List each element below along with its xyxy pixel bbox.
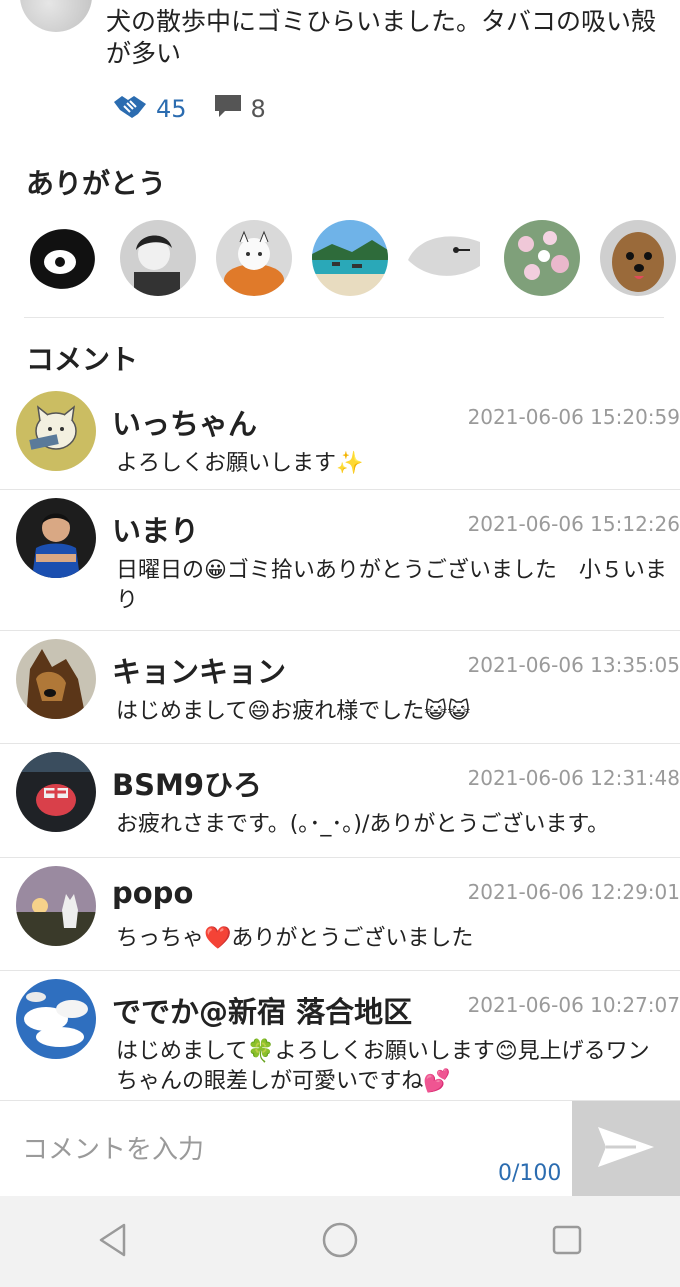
comment-text: よろしくお願いします✨ bbox=[116, 451, 364, 476]
comment-item: ででか@新宿 落合地区 2021-06-06 10:27:07 はじめまして🍀よ… bbox=[0, 971, 680, 1103]
comment-item: popo 2021-06-06 12:29:01 ちっちゃ❤️ありがとうございま… bbox=[0, 858, 680, 971]
post-text: 犬の散歩中にゴミひらいました。タバコの吸い殻が多い bbox=[106, 7, 657, 68]
thanks-button[interactable]: 45 bbox=[112, 92, 187, 126]
comment-input-bar: 0/100 bbox=[0, 1100, 680, 1197]
comment-item: キョンキョン 2021-06-06 13:35:05 はじめまして😄お疲れ様でし… bbox=[0, 631, 680, 744]
commenter-name[interactable]: BSM9ひろ bbox=[112, 762, 262, 804]
thanks-avatar[interactable] bbox=[408, 220, 484, 296]
character-counter: 0/100 bbox=[498, 1161, 562, 1186]
speech-bubble-icon bbox=[213, 93, 243, 125]
comment-timestamp: 2021-06-06 15:12:26 bbox=[467, 512, 680, 536]
nav-recent-apps-button[interactable] bbox=[537, 1212, 597, 1272]
commenter-avatar[interactable] bbox=[16, 639, 96, 719]
comment-input[interactable] bbox=[20, 1129, 424, 1171]
commenter-avatar[interactable] bbox=[16, 752, 96, 832]
comment-count: 8 bbox=[250, 95, 266, 123]
send-icon bbox=[596, 1123, 656, 1175]
comment-timestamp: 2021-06-06 12:29:01 bbox=[467, 880, 680, 904]
thanks-avatar[interactable] bbox=[216, 220, 292, 296]
section-divider bbox=[24, 317, 664, 318]
thanks-avatar[interactable] bbox=[600, 220, 676, 296]
comment-count-button[interactable]: 8 bbox=[213, 93, 266, 125]
thanks-section-title: ありがとう bbox=[26, 167, 167, 200]
comment-timestamp: 2021-06-06 13:35:05 bbox=[467, 653, 680, 677]
thanks-count: 45 bbox=[156, 95, 187, 123]
nav-home-button[interactable] bbox=[310, 1212, 370, 1272]
post-author-avatar[interactable] bbox=[20, 0, 92, 32]
thanks-avatar[interactable] bbox=[120, 220, 196, 296]
handshake-icon bbox=[112, 92, 148, 126]
post-card: 犬の散歩中にゴミひらいました。タバコの吸い殻が多い 45 8 bbox=[0, 0, 680, 150]
system-navigation-bar bbox=[0, 1196, 680, 1287]
nav-back-button[interactable] bbox=[83, 1212, 143, 1272]
comment-text: はじめまして😄お疲れ様でした😺😺 bbox=[116, 699, 471, 724]
commenter-avatar[interactable] bbox=[16, 979, 96, 1059]
square-recent-icon bbox=[551, 1224, 583, 1260]
post-reactions: 45 8 bbox=[112, 92, 292, 126]
commenter-name[interactable]: ででか@新宿 落合地区 bbox=[112, 989, 412, 1031]
comment-text: はじめまして🍀よろしくお願いします😊見上げるワンちゃんの眼差しが可愛いですね💕 bbox=[116, 1039, 650, 1094]
send-button[interactable] bbox=[572, 1101, 680, 1197]
triangle-back-icon bbox=[96, 1222, 130, 1262]
commenter-name[interactable]: いっちゃん bbox=[112, 401, 257, 443]
commenter-name[interactable]: キョンキョン bbox=[112, 649, 286, 691]
comment-text: 日曜日の😀ゴミ拾いありがとうございました 小５いまり bbox=[116, 558, 667, 613]
thanks-avatar[interactable] bbox=[504, 220, 580, 296]
comment-text: お疲れさまです。(｡･_･｡)/ありがとうございます。 bbox=[116, 812, 610, 837]
thanks-avatar[interactable] bbox=[312, 220, 388, 296]
comment-item: いっちゃん 2021-06-06 15:20:59 よろしくお願いします✨ bbox=[0, 383, 680, 490]
comment-text: ちっちゃ❤️ありがとうございました bbox=[116, 926, 474, 951]
commenter-name[interactable]: いまり bbox=[112, 508, 199, 550]
comment-timestamp: 2021-06-06 15:20:59 bbox=[467, 405, 680, 429]
comments-section-title: コメント bbox=[26, 343, 139, 376]
comment-item: BSM9ひろ 2021-06-06 12:31:48 お疲れさまです。(｡･_･… bbox=[0, 744, 680, 858]
circle-home-icon bbox=[321, 1221, 359, 1263]
commenter-avatar[interactable] bbox=[16, 498, 96, 578]
commenter-name[interactable]: popo bbox=[112, 876, 193, 910]
thanks-avatar-list bbox=[24, 220, 680, 300]
commenter-avatar[interactable] bbox=[16, 391, 96, 471]
comment-item: いまり 2021-06-06 15:12:26 日曜日の😀ゴミ拾いありがとうござ… bbox=[0, 490, 680, 631]
comment-timestamp: 2021-06-06 12:31:48 bbox=[467, 766, 680, 790]
comment-list: いっちゃん 2021-06-06 15:20:59 よろしくお願いします✨ いま… bbox=[0, 383, 680, 1103]
thanks-avatar[interactable] bbox=[24, 220, 100, 296]
comment-timestamp: 2021-06-06 10:27:07 bbox=[467, 993, 680, 1017]
commenter-avatar[interactable] bbox=[16, 866, 96, 946]
